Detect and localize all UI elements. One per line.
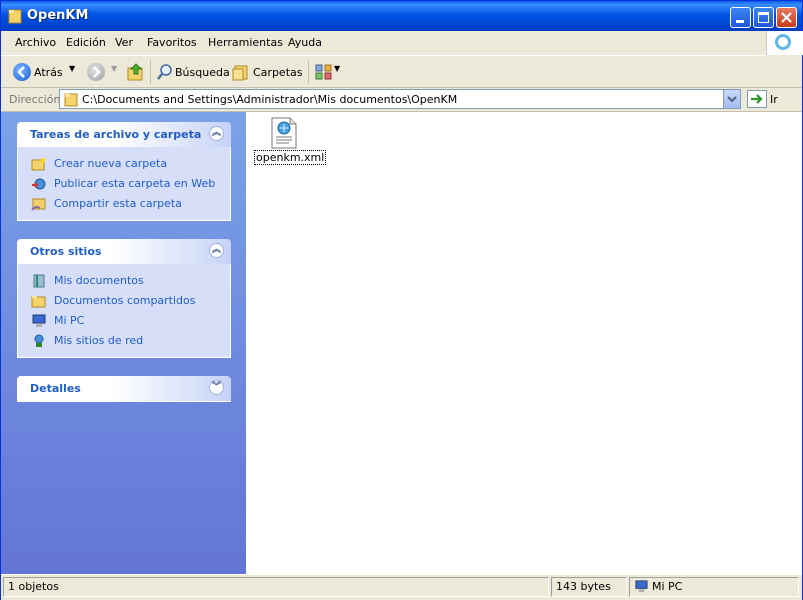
- place-shared-documents[interactable]: Documentos compartidos: [18, 291, 230, 311]
- back-label: Atrás: [34, 66, 63, 79]
- menu-edicion[interactable]: Edición: [66, 36, 106, 49]
- network-places-icon: [34, 334, 44, 347]
- task-new-folder[interactable]: Crear nueva carpeta: [18, 154, 230, 174]
- other-places-title: Otros sitios: [30, 245, 102, 258]
- other-places-panel: Otros sitios ︽ Mis documentos Documentos…: [17, 239, 231, 358]
- place-my-documents[interactable]: Mis documentos: [18, 271, 230, 291]
- place-label: Mis documentos: [54, 274, 144, 287]
- xml-file-icon: [271, 117, 297, 149]
- address-label: Dirección: [9, 93, 61, 106]
- folders-icon: [232, 65, 248, 81]
- task-label: Compartir esta carpeta: [54, 197, 182, 210]
- windows-logo-icon: [775, 34, 791, 50]
- menu-bar: Archivo Edición Ver Favoritos Herramient…: [1, 31, 766, 56]
- back-arrow-icon: [13, 63, 31, 81]
- toolbar-separator: [150, 60, 151, 84]
- status-object-count: 1 objetos: [3, 577, 549, 597]
- task-share-folder[interactable]: Compartir esta carpeta: [18, 194, 230, 214]
- chevron-down-icon: [727, 96, 737, 103]
- explorer-window: OpenKM Archivo Edición Ver Favoritos Her…: [0, 0, 803, 600]
- object-count-text: 1 objetos: [8, 580, 59, 593]
- task-label: Publicar esta carpeta en Web: [54, 177, 216, 190]
- my-computer-icon: [635, 580, 648, 593]
- up-folder-icon: [127, 63, 143, 81]
- file-name: openkm.xml: [254, 150, 327, 165]
- other-places-header[interactable]: Otros sitios ︽: [17, 239, 231, 264]
- menu-archivo[interactable]: Archivo: [15, 36, 56, 49]
- folders-button[interactable]: Carpetas: [231, 61, 303, 83]
- shared-folder-icon: [31, 296, 46, 308]
- place-my-computer[interactable]: Mi PC: [18, 311, 230, 331]
- toolbar: Atrás ▼ ▼ Búsqueda Carpetas ▼: [1, 56, 802, 88]
- location-text: Mi PC: [652, 580, 683, 593]
- status-bar: 1 objetos 143 bytes Mi PC: [1, 574, 802, 600]
- place-label: Documentos compartidos: [54, 294, 196, 307]
- menu-herramientas[interactable]: Herramientas: [208, 36, 283, 49]
- go-button[interactable]: [747, 90, 767, 108]
- go-label[interactable]: Ir: [770, 93, 778, 106]
- expand-chevron-icon[interactable]: ︾: [209, 380, 224, 395]
- views-dropdown-icon: ▼: [334, 64, 341, 73]
- status-location: Mi PC: [629, 577, 799, 597]
- file-tasks-header[interactable]: Tareas de archivo y carpeta ︽: [17, 122, 231, 147]
- place-label: Mis sitios de red: [54, 334, 144, 347]
- folders-label: Carpetas: [253, 66, 303, 79]
- menu-favoritos[interactable]: Favoritos: [147, 36, 197, 49]
- my-documents-icon: [33, 274, 45, 288]
- collapse-chevron-icon[interactable]: ︽: [209, 126, 224, 141]
- go-arrow-icon: [751, 94, 763, 104]
- search-label: Búsqueda: [175, 66, 230, 79]
- file-list[interactable]: openkm.xml: [246, 112, 802, 574]
- share-folder-icon: [31, 198, 46, 211]
- size-text: 143 bytes: [556, 580, 611, 593]
- address-bar: Dirección C:\Documents and Settings\Admi…: [1, 87, 802, 112]
- search-icon: [157, 64, 172, 80]
- views-icon: [315, 64, 332, 80]
- toolbar-separator: [308, 60, 309, 84]
- status-size: 143 bytes: [551, 577, 627, 597]
- window-title: OpenKM: [27, 8, 89, 23]
- windows-logo: [766, 31, 803, 55]
- task-pane: Tareas de archivo y carpeta ︽ Crear nuev…: [1, 112, 246, 574]
- forward-arrow-icon: [87, 63, 105, 81]
- back-dropdown-icon[interactable]: ▼: [69, 64, 75, 73]
- search-button[interactable]: Búsqueda: [155, 61, 230, 83]
- folder-icon: [64, 93, 78, 107]
- details-header[interactable]: Detalles ︾: [17, 376, 231, 402]
- back-button[interactable]: Atrás ▼: [11, 61, 81, 83]
- task-label: Crear nueva carpeta: [54, 157, 168, 170]
- close-button[interactable]: [776, 7, 797, 28]
- minimize-button[interactable]: [730, 7, 751, 28]
- title-bar[interactable]: OpenKM: [1, 1, 802, 31]
- collapse-chevron-icon[interactable]: ︽: [209, 243, 224, 258]
- address-dropdown-button[interactable]: [723, 90, 740, 108]
- file-tasks-panel: Tareas de archivo y carpeta ︽ Crear nuev…: [17, 122, 231, 221]
- address-input[interactable]: C:\Documents and Settings\Administrador\…: [59, 89, 741, 109]
- menu-ayuda[interactable]: Ayuda: [288, 36, 322, 49]
- task-publish-web[interactable]: Publicar esta carpeta en Web: [18, 174, 230, 194]
- address-path: C:\Documents and Settings\Administrador\…: [82, 93, 458, 106]
- publish-web-icon: [32, 178, 46, 190]
- details-panel: Detalles ︾: [17, 376, 231, 402]
- file-tasks-title: Tareas de archivo y carpeta: [30, 128, 202, 141]
- menu-ver[interactable]: Ver: [115, 36, 133, 49]
- up-folder-button[interactable]: [125, 61, 147, 83]
- maximize-button[interactable]: [753, 7, 774, 28]
- place-network[interactable]: Mis sitios de red: [18, 331, 230, 351]
- close-icon: [781, 12, 792, 23]
- my-computer-icon: [32, 314, 46, 327]
- folder-icon: [8, 9, 22, 24]
- details-title: Detalles: [30, 382, 81, 395]
- forward-dropdown-icon: ▼: [111, 64, 118, 73]
- views-button[interactable]: ▼: [314, 61, 342, 83]
- forward-button[interactable]: ▼: [85, 61, 125, 83]
- new-folder-icon: [31, 157, 46, 171]
- place-label: Mi PC: [54, 314, 85, 327]
